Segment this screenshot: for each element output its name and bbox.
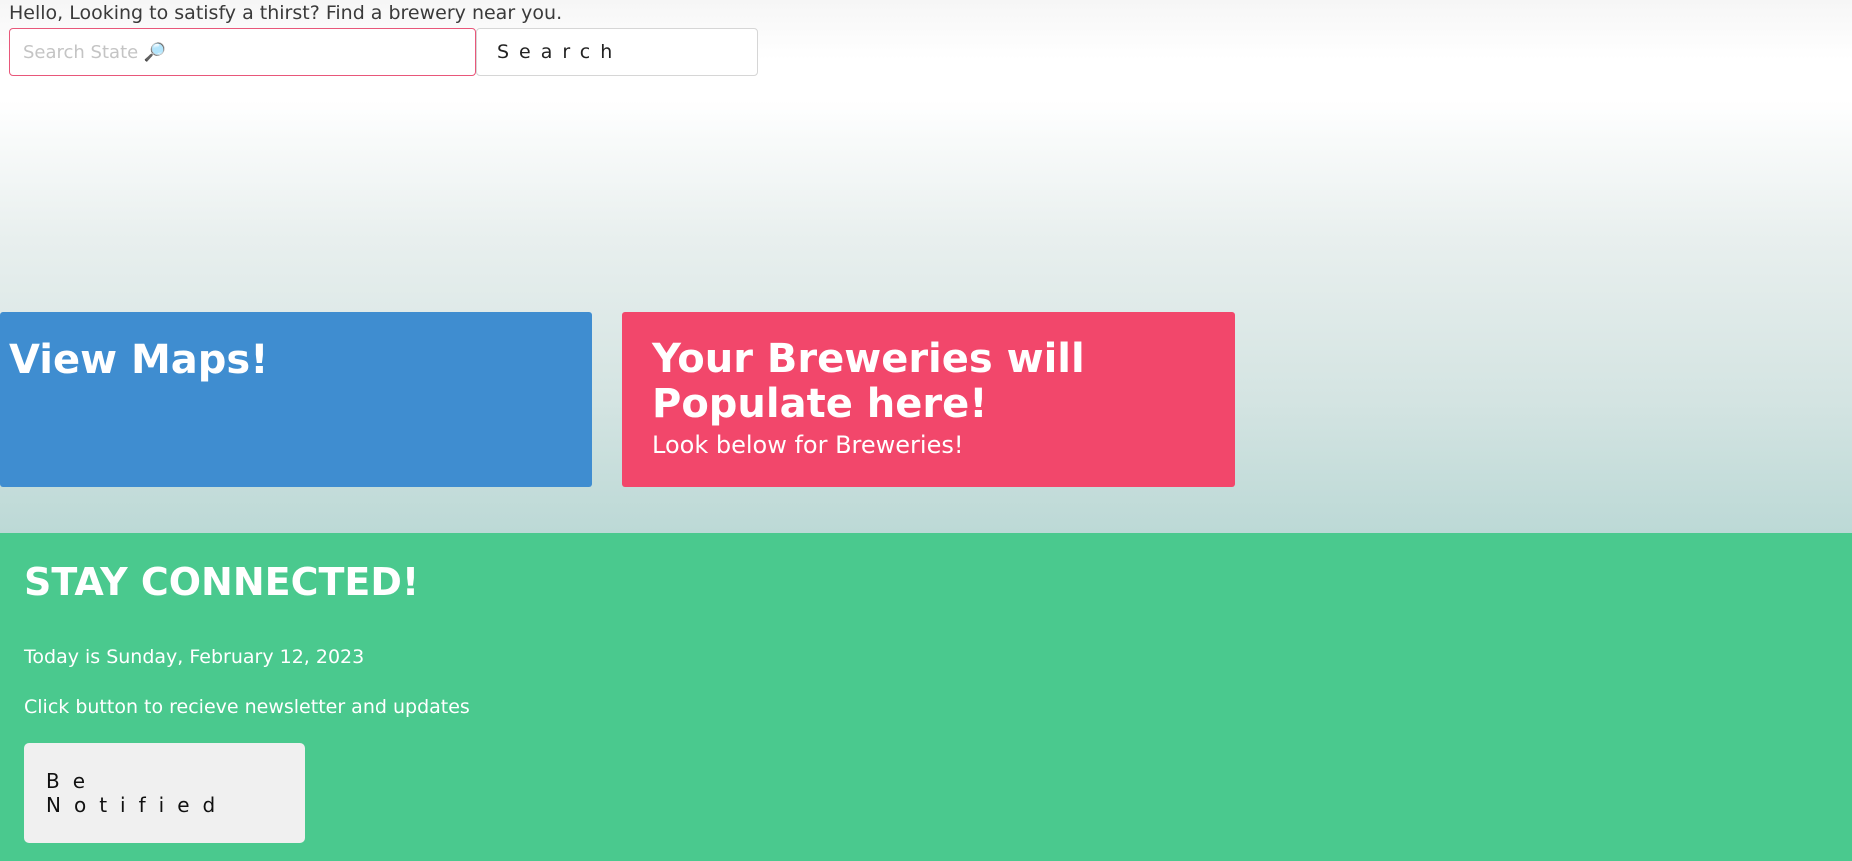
hero-section: Hello, Looking to satisfy a thirst? Find… [0, 0, 1852, 533]
breweries-subtitle: Look below for Breweries! [652, 431, 964, 459]
current-date-text: Today is Sunday, February 12, 2023 [24, 646, 365, 668]
view-maps-card[interactable]: View Maps! [0, 312, 592, 487]
be-notified-button[interactable]: Be Notified [24, 743, 305, 843]
search-state-input[interactable] [9, 28, 476, 76]
search-button[interactable]: Search [476, 28, 758, 76]
view-maps-title: View Maps! [9, 337, 269, 383]
stay-connected-footer: STAY CONNECTED! Today is Sunday, Februar… [0, 533, 1852, 861]
greeting-text: Hello, Looking to satisfy a thirst? Find… [9, 2, 563, 24]
breweries-title: Your Breweries will Populate here! [652, 336, 1085, 427]
stay-connected-heading: STAY CONNECTED! [24, 560, 420, 604]
breweries-card: Your Breweries will Populate here! Look … [622, 312, 1235, 487]
newsletter-cta-text: Click button to recieve newsletter and u… [24, 696, 470, 718]
